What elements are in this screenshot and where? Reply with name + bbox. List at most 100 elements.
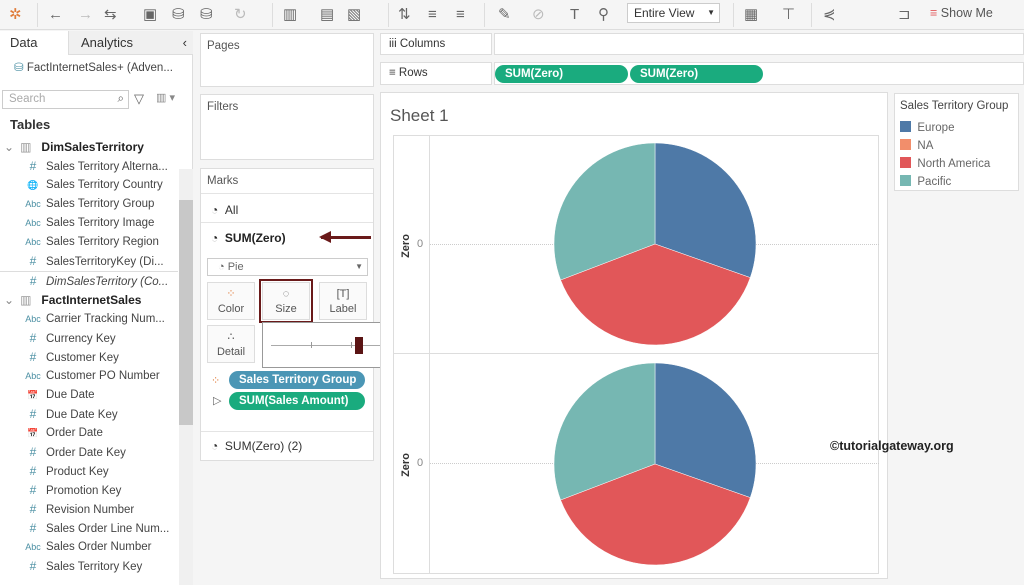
detail-button[interactable]: ∴ Detail	[207, 325, 255, 363]
field-item[interactable]: # Currency Key	[0, 329, 178, 348]
calendar-icon: 📅	[27, 390, 39, 400]
highlight-icon[interactable]: ✎	[498, 5, 511, 25]
swap-icon[interactable]: ⇅	[398, 5, 411, 25]
table-name: DimSalesTerritory	[41, 140, 144, 154]
share-icon[interactable]: ⋞	[823, 5, 836, 25]
pill-sales-territory-group[interactable]: Sales Territory Group	[229, 371, 365, 389]
field-item[interactable]: Abc Carrier Tracking Num...	[0, 310, 178, 329]
field-item[interactable]: # Order Date Key	[0, 443, 178, 462]
datasource[interactable]: ⛁ FactInternetSales+ (Adven...	[14, 60, 173, 74]
refresh-icon[interactable]: ↻	[234, 5, 247, 25]
collapse-icon[interactable]: ‹	[183, 31, 187, 55]
field-label: DimSalesTerritory (Co...	[46, 276, 169, 288]
field-item[interactable]: # Due Date Key	[0, 405, 178, 424]
field-item[interactable]: # Revision Number	[0, 500, 178, 519]
field-item[interactable]: Abc Sales Territory Group	[0, 195, 178, 214]
scrollbar-thumb[interactable]	[179, 200, 193, 425]
marks-all-label: All	[224, 203, 239, 217]
field-item[interactable]: # Promotion Key	[0, 481, 178, 500]
clear-sheet-icon[interactable]: ▧	[347, 5, 361, 25]
globe-icon: 🌐	[27, 180, 39, 190]
field-item[interactable]: 📅 Order Date	[0, 424, 178, 443]
pause-updates-icon[interactable]: ⛁	[200, 5, 213, 25]
mark-type-select[interactable]: ◔ Pie ▼	[207, 258, 368, 276]
detail-icon: ∴	[227, 331, 235, 343]
rows-pill-sum-zero-2[interactable]: SUM(Zero)	[630, 65, 763, 83]
field-item[interactable]: # Product Key	[0, 462, 178, 481]
field-item[interactable]: # DimSalesTerritory (Co...	[0, 271, 178, 290]
sort-ascending-icon[interactable]: ≡	[428, 5, 437, 25]
table-DimSalesTerritory[interactable]: ⌄ ▥ DimSalesTerritory	[0, 138, 144, 157]
redo-icon[interactable]: →	[78, 5, 93, 25]
size-button[interactable]: ◌ Size	[259, 279, 313, 323]
rows-shelf[interactable]: SUM(Zero) SUM(Zero)	[494, 62, 1024, 85]
sort-descending-icon[interactable]: ≡	[456, 5, 465, 25]
save-icon[interactable]: ▣	[143, 5, 157, 25]
filters-shelf[interactable]: Filters	[200, 94, 374, 160]
table-icon: ▥	[20, 140, 32, 154]
marks-layer-sumzero-2[interactable]: ◔ SUM(Zero) (2)	[211, 439, 302, 453]
columns-shelf[interactable]	[494, 33, 1024, 55]
show-cards-icon[interactable]: ▦	[744, 5, 758, 25]
size-icon: ◌	[282, 288, 290, 300]
pill-sum-sales-amount[interactable]: SUM(Sales Amount)	[229, 392, 365, 410]
label-text: Label	[329, 303, 357, 315]
label-button[interactable]: [T] Label	[319, 282, 367, 320]
number-icon: #	[29, 159, 37, 173]
color-label: Color	[217, 303, 245, 315]
table-FactInternetSales[interactable]: ⌄ ▥ FactInternetSales	[0, 291, 141, 310]
pie-charts	[553, 142, 757, 566]
legend-item[interactable]: Europe	[900, 121, 954, 134]
expand-chevron-icon[interactable]: ⌄	[0, 293, 20, 307]
table-icon: ▥	[20, 293, 32, 307]
show-me-button[interactable]: ≡ Show Me	[930, 6, 993, 20]
color-button[interactable]: ⁘ Color	[207, 282, 255, 320]
labels-icon[interactable]: T	[570, 5, 579, 25]
size-slider-thumb[interactable]	[355, 337, 363, 354]
field-item[interactable]: # Customer Key	[0, 348, 178, 367]
undo-icon[interactable]: ←	[48, 5, 63, 25]
field-item[interactable]: # Sales Territory Key	[0, 557, 178, 576]
marks-layer-sumzero[interactable]: ◔ SUM(Zero)	[211, 231, 286, 245]
new-worksheet-icon[interactable]: ▥	[283, 5, 297, 25]
replay-icon[interactable]: ⇆	[104, 5, 117, 25]
field-item[interactable]: # Sales Order Line Num...	[0, 519, 178, 538]
duplicate-sheet-icon[interactable]: ▤	[320, 5, 334, 25]
view-toggle-icon[interactable]: ▥ ▾	[156, 91, 175, 104]
expand-chevron-icon[interactable]: ⌄	[0, 140, 20, 154]
field-item[interactable]: # SalesTerritoryKey (Di...	[0, 252, 178, 271]
rows-pill-sum-zero[interactable]: SUM(Zero)	[495, 65, 628, 83]
search-input[interactable]: Search ⌕	[2, 90, 129, 109]
scrollbar[interactable]	[179, 169, 193, 585]
field-item[interactable]: # Sales Territory Alterna...	[0, 157, 178, 176]
field-item[interactable]: Abc Sales Territory Image	[0, 214, 178, 233]
field-label: Sales Territory Region	[46, 236, 159, 248]
legend-item[interactable]: NA	[900, 139, 933, 152]
mark-type-value: Pie	[227, 261, 244, 273]
marks-all[interactable]: ◔ All	[211, 203, 238, 217]
field-item[interactable]: Abc Customer PO Number	[0, 367, 178, 386]
fit-select[interactable]: Entire View ▼	[627, 3, 720, 23]
field-item[interactable]: 📅 Due Date	[0, 386, 178, 405]
legend-item[interactable]: North America	[900, 157, 990, 170]
tooltip-icon[interactable]: ⊐	[898, 5, 911, 25]
group-icon[interactable]: ⊘	[532, 5, 545, 25]
field-item[interactable]: Abc Sales Territory Region	[0, 233, 178, 252]
field-item[interactable]: Abc Sales Order Number	[0, 538, 178, 557]
tab-data[interactable]: Data	[0, 31, 68, 55]
pin-icon[interactable]: ⚲	[598, 5, 609, 25]
legend-item[interactable]: Pacific	[900, 175, 951, 188]
tab-analytics[interactable]: Analytics ‹	[68, 31, 193, 55]
filter-icon[interactable]: ▽	[134, 91, 144, 107]
color-icon: ⁘	[226, 288, 236, 300]
tableau-logo-icon[interactable]: ✲	[9, 5, 22, 25]
watermark: ©tutorialgateway.org	[830, 439, 954, 453]
columns-icon: iii	[389, 38, 397, 50]
new-datasource-icon[interactable]: ⛁	[172, 5, 185, 25]
pages-shelf[interactable]: Pages	[200, 33, 374, 87]
pie-icon: ◔	[218, 261, 225, 273]
field-item[interactable]: 🌐 Sales Territory Country	[0, 176, 178, 195]
field-label: Sales Territory Group	[46, 198, 155, 210]
presentation-icon[interactable]: ⊤	[782, 5, 795, 25]
detail-label: Detail	[216, 346, 246, 358]
